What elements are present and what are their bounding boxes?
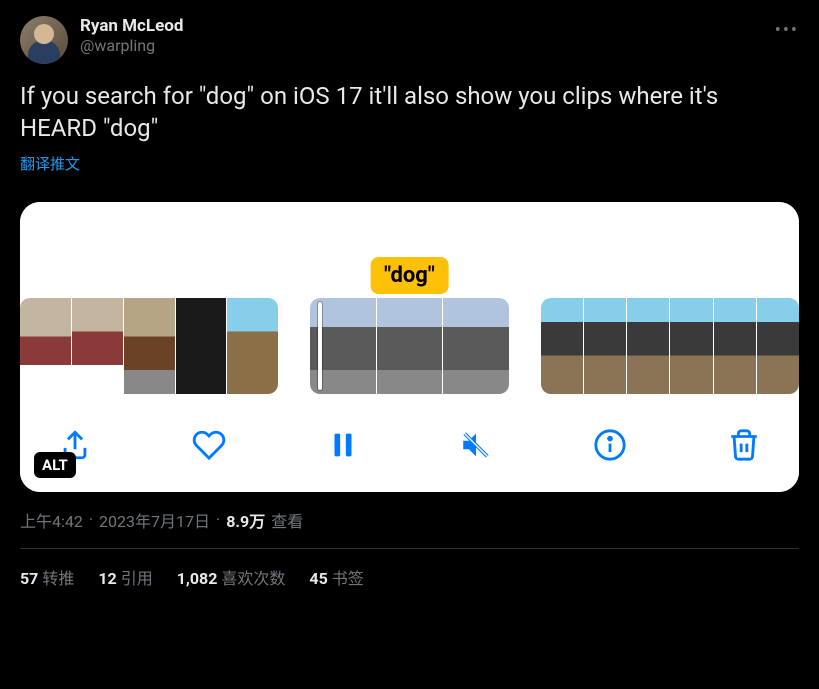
search-highlight-label: "dog" (370, 257, 449, 294)
tweet-stats: 57转推 12引用 1,082喜欢次数 45书签 (20, 549, 799, 589)
clip-group[interactable] (541, 298, 799, 394)
video-frame (584, 298, 626, 394)
video-frame (757, 298, 799, 394)
bookmarks-stat[interactable]: 45书签 (309, 565, 363, 589)
video-frame (670, 298, 712, 394)
trash-icon[interactable] (727, 428, 761, 462)
media-attachment[interactable]: "dog" (20, 202, 799, 492)
author-display-name: Ryan McLeod (80, 16, 183, 36)
clip-group[interactable] (310, 298, 509, 394)
tweet-time[interactable]: 上午4:42 (20, 508, 83, 532)
avatar[interactable] (20, 16, 68, 64)
author-handle: @warpling (80, 36, 183, 55)
tweet-header: Ryan McLeod @warpling ••• (20, 16, 799, 64)
media-preview-top: "dog" (20, 202, 799, 298)
views-label: 查看 (271, 508, 303, 532)
meta-separator: · (216, 510, 220, 529)
tweet-date[interactable]: 2023年7月17日 (99, 508, 210, 532)
more-icon[interactable]: ••• (775, 20, 799, 41)
author-block[interactable]: Ryan McLeod @warpling (80, 16, 183, 55)
likes-stat[interactable]: 1,082喜欢次数 (177, 565, 286, 589)
video-frame (627, 298, 669, 394)
quotes-stat[interactable]: 12引用 (98, 565, 152, 589)
video-frame (377, 298, 443, 394)
video-frame (124, 298, 175, 394)
views-count: 8.9万 (226, 508, 265, 532)
meta-separator: · (89, 510, 93, 529)
heart-icon[interactable] (192, 428, 226, 462)
video-filmstrip (20, 298, 799, 402)
retweets-stat[interactable]: 57转推 (20, 565, 74, 589)
clip-group[interactable] (20, 298, 278, 394)
playhead[interactable] (318, 302, 322, 390)
mute-icon[interactable] (459, 428, 493, 462)
tweet-meta: 上午4:42 · 2023年7月17日 · 8.9万 查看 (20, 508, 799, 549)
video-frame (443, 298, 509, 394)
alt-badge[interactable]: ALT (34, 452, 76, 478)
video-frame (541, 298, 583, 394)
media-toolbar (20, 402, 799, 492)
video-frame (20, 298, 71, 394)
tweet-text: If you search for "dog" on iOS 17 it'll … (20, 80, 799, 145)
video-frame (714, 298, 756, 394)
pause-icon[interactable] (326, 428, 360, 462)
video-frame (72, 298, 123, 394)
video-frame (176, 298, 227, 394)
info-icon[interactable] (593, 428, 627, 462)
tweet-container: Ryan McLeod @warpling ••• If you search … (0, 0, 819, 605)
translate-link[interactable]: 翻译推文 (20, 153, 80, 174)
video-frame (227, 298, 278, 394)
